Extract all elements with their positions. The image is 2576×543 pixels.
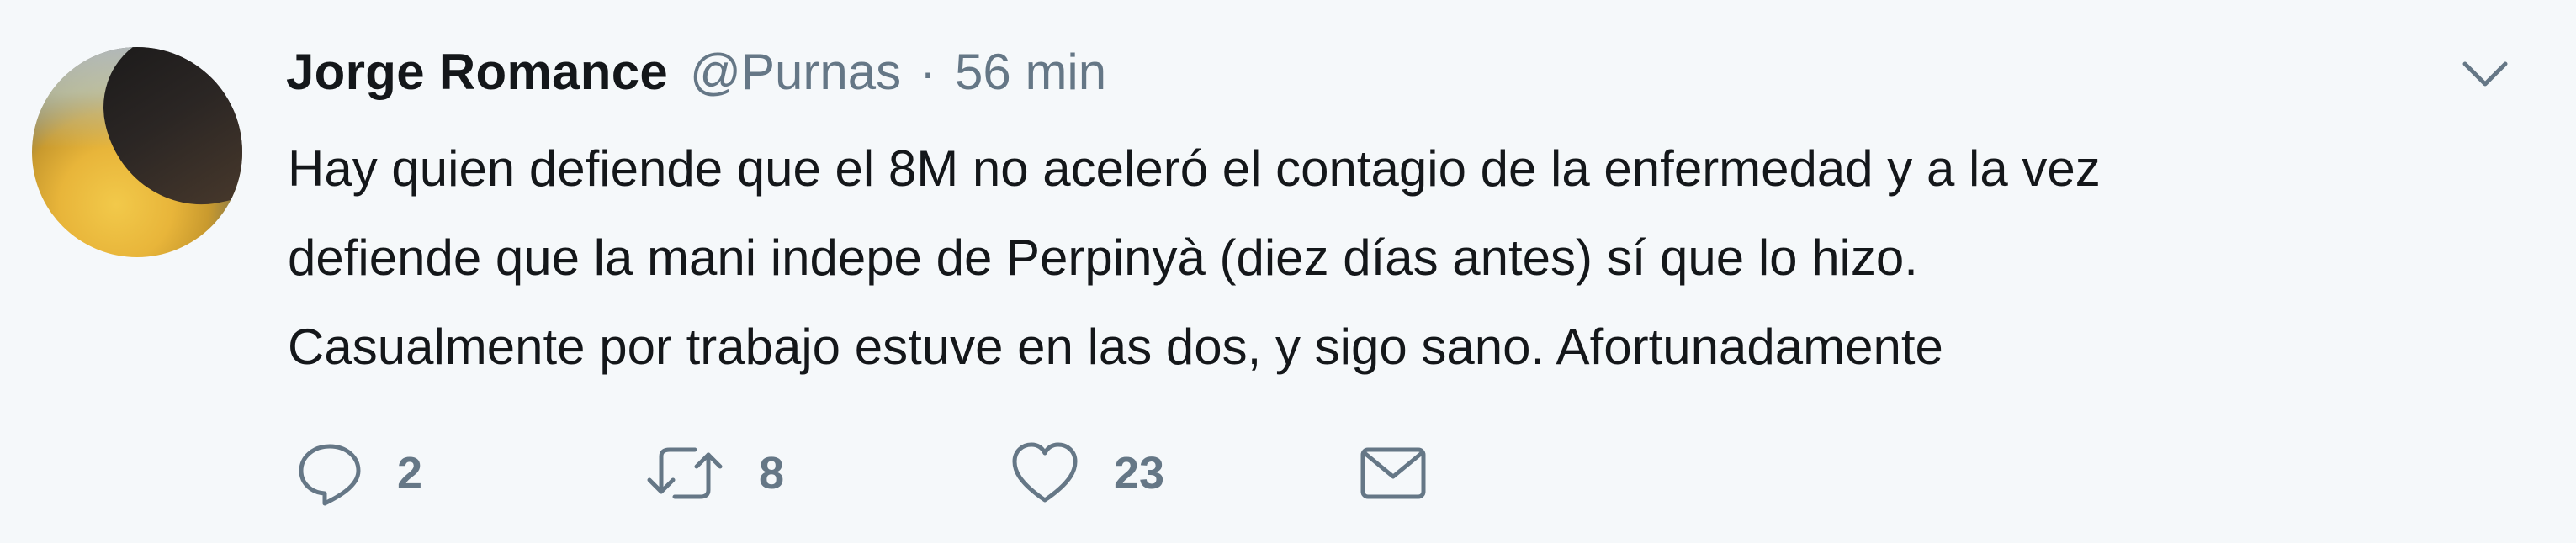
tweet-text-line: defiende que la mani indepe de Perpinyà …	[288, 229, 1918, 286]
chevron-down-icon[interactable]	[2460, 55, 2510, 92]
envelope-icon	[1358, 440, 1428, 507]
direct-message-button[interactable]	[1358, 435, 1428, 511]
retweet-button[interactable]: 8	[644, 435, 784, 511]
header-separator: ·	[920, 43, 937, 100]
author-name[interactable]: Jorge Romance	[286, 43, 668, 101]
avatar[interactable]	[32, 47, 242, 257]
tweet-text-line: Hay quien defiende que el 8M no aceleró …	[288, 140, 2101, 197]
like-count: 23	[1114, 448, 1165, 498]
retweet-icon	[644, 440, 725, 507]
tweet[interactable]: Jorge Romance @Purnas · 56 min Hay quien…	[0, 0, 2576, 543]
reply-button[interactable]: 2	[296, 435, 422, 511]
retweet-count: 8	[759, 448, 785, 498]
tweet-text: Hay quien defiende que el 8M no aceleró …	[288, 124, 2542, 392]
like-button[interactable]: 23	[1010, 435, 1164, 511]
tweet-text-line: Casualmente por trabajo estuve en las do…	[288, 319, 1943, 375]
reply-icon	[296, 440, 363, 507]
author-handle[interactable]: @Purnas	[690, 43, 901, 101]
avatar-figure	[89, 47, 242, 223]
tweet-timestamp[interactable]: 56 min	[955, 43, 1106, 101]
reply-count: 2	[397, 448, 423, 498]
heart-icon	[1010, 440, 1080, 507]
tweet-header: Jorge Romance @Purnas · 56 min	[286, 34, 1106, 109]
